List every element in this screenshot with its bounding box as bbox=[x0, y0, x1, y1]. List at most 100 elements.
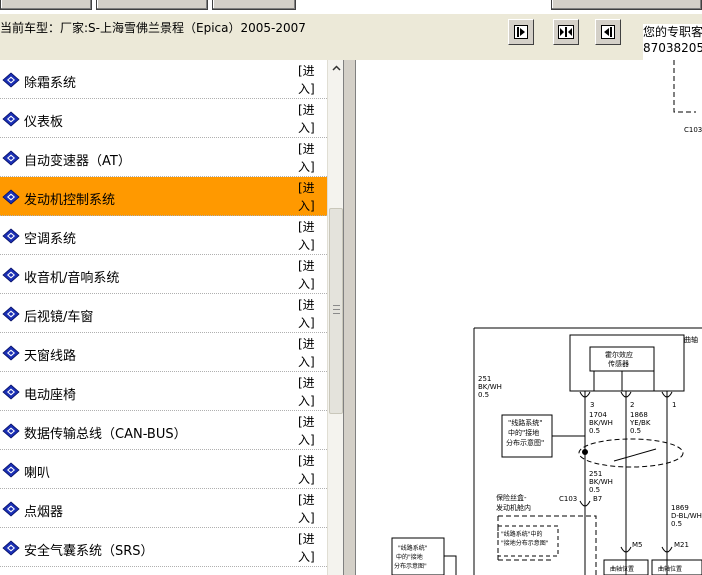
scroll-thumb[interactable] bbox=[329, 208, 343, 414]
m5-label: M5 bbox=[632, 541, 643, 549]
menu-item-label: 自动变速器（AT） bbox=[24, 154, 131, 169]
toolbar-button-3[interactable] bbox=[212, 0, 296, 10]
wire-251b-gauge: 0.5 bbox=[589, 486, 600, 494]
menu-item-label: 收音机/音响系统 bbox=[24, 271, 120, 286]
wire-1868-gauge: 0.5 bbox=[630, 427, 641, 435]
wire-251b-label: 251 bbox=[589, 470, 602, 478]
enter-link[interactable]: [进入] bbox=[298, 257, 320, 293]
book-icon bbox=[2, 345, 20, 361]
lower-note-line2: 中的"接地 bbox=[396, 553, 423, 561]
support-notice-line2: 87038205 bbox=[643, 41, 702, 55]
toolbar-button-4[interactable] bbox=[551, 0, 702, 10]
ground-note-line1: "线路系统" bbox=[508, 418, 542, 427]
nav-split-button[interactable] bbox=[553, 19, 579, 45]
enter-link[interactable]: [进入] bbox=[298, 413, 320, 449]
pin-3-label: 3 bbox=[590, 401, 594, 409]
menu-item[interactable]: 仪表板 [进入] bbox=[0, 99, 327, 138]
wire-251-label: 251 bbox=[478, 375, 491, 383]
book-icon bbox=[2, 423, 20, 439]
pin-1-label: 1 bbox=[672, 401, 676, 409]
hall-sensor-label-1: 霍尔效应 bbox=[605, 350, 633, 359]
menu-item[interactable]: 电动座椅 [进入] bbox=[0, 372, 327, 411]
menu-item[interactable]: 除霜系统 [进入] bbox=[0, 60, 327, 99]
menu-item-label: 电动座椅 bbox=[24, 388, 77, 403]
menu-item-label: 空调系统 bbox=[24, 232, 77, 247]
enter-link[interactable]: [进入] bbox=[298, 101, 320, 137]
split-arrows-icon bbox=[558, 25, 574, 39]
book-icon bbox=[2, 501, 20, 517]
wire-1868-color: YE/BK bbox=[629, 419, 651, 427]
menu-item[interactable]: 天窗线路 [进入] bbox=[0, 333, 327, 372]
c103-label: C103 bbox=[559, 495, 577, 503]
pane-splitter[interactable] bbox=[343, 60, 356, 575]
wiring-diagram: C103 曲轴 霍尔效应 传感器 251 BK/WH 0.5 3 2 1 170… bbox=[356, 60, 702, 575]
menu-item[interactable]: 点烟器 [进入] bbox=[0, 489, 327, 528]
arrow-left-icon bbox=[601, 25, 615, 39]
menu-item[interactable]: 后视镜/车窗 [进入] bbox=[0, 294, 327, 333]
enter-link[interactable]: [进入] bbox=[298, 218, 320, 254]
hall-sensor-label-2: 传感器 bbox=[608, 359, 629, 368]
menu-item-label: 数据传输总线（CAN-BUS） bbox=[24, 427, 187, 442]
enter-link[interactable]: [进入] bbox=[298, 140, 320, 176]
menu-item-label: 天窗线路 bbox=[24, 349, 77, 364]
enter-link[interactable]: [进入] bbox=[298, 452, 320, 488]
enter-link[interactable]: [进入] bbox=[298, 491, 320, 527]
enter-link[interactable]: [进入] bbox=[298, 62, 320, 98]
enter-link[interactable]: [进入] bbox=[298, 179, 320, 215]
current-vehicle-label: 当前车型：厂家:S-上海雪佛兰景程（Epica）2005-2007 bbox=[0, 21, 306, 35]
menu-item[interactable]: 空调系统 [进入] bbox=[0, 216, 327, 255]
enter-link[interactable]: [进入] bbox=[298, 374, 320, 410]
menu-item[interactable]: 收音机/音响系统 [进入] bbox=[0, 255, 327, 294]
book-icon bbox=[2, 111, 20, 127]
grip-icon bbox=[333, 305, 340, 314]
top-dashed-outline bbox=[673, 60, 696, 113]
menu-item-label: 后视镜/车窗 bbox=[24, 310, 94, 325]
inner-note-line1: "线路系统"中的 bbox=[501, 530, 543, 538]
wire-251-color: BK/WH bbox=[478, 383, 502, 391]
enter-link[interactable]: [进入] bbox=[298, 296, 320, 332]
support-notice: 您的专职客 87038205 bbox=[643, 24, 702, 60]
menu-item[interactable]: 自动变速器（AT） [进入] bbox=[0, 138, 327, 177]
wiring-diagram-canvas: C103 曲轴 霍尔效应 传感器 251 BK/WH 0.5 3 2 1 170… bbox=[391, 60, 702, 575]
wire-1868-label: 1868 bbox=[630, 411, 648, 419]
lower-note-line3: 分布示意图" bbox=[394, 562, 427, 570]
book-icon bbox=[2, 228, 20, 244]
wire-1704-gauge: 0.5 bbox=[589, 427, 600, 435]
menu-item-label: 仪表板 bbox=[24, 115, 64, 130]
crank-position-label-2: 曲轴位置 bbox=[658, 565, 682, 573]
m21-label: M21 bbox=[674, 541, 689, 549]
book-icon bbox=[2, 384, 20, 400]
menu-item-label: 安全气囊系统（SRS） bbox=[24, 544, 154, 559]
toolbar-button-2[interactable] bbox=[96, 0, 208, 10]
menu-item-label: 喇叭 bbox=[24, 466, 51, 481]
book-icon bbox=[2, 150, 20, 166]
enter-link[interactable]: [进入] bbox=[298, 530, 320, 566]
wire-251b-color: BK/WH bbox=[589, 478, 613, 486]
crank-position-label-1: 曲轴位置 bbox=[610, 565, 634, 573]
book-icon bbox=[2, 462, 20, 478]
chevron-up-icon bbox=[331, 65, 341, 71]
book-icon bbox=[2, 189, 20, 205]
c-top-label: C103 bbox=[684, 126, 702, 134]
inner-note-line2: "接地分布示意图" bbox=[501, 539, 549, 547]
nav-right-button[interactable] bbox=[508, 19, 534, 45]
wire-1869-color: D-BL/WH bbox=[671, 512, 702, 520]
scroll-up-button[interactable] bbox=[328, 60, 344, 76]
menu-item[interactable]: 发动机控制系统 [进入] bbox=[0, 177, 327, 216]
menu-item-label: 点烟器 bbox=[24, 505, 64, 520]
toolbar-button-1[interactable] bbox=[0, 0, 92, 10]
menu-item-label: 除霜系统 bbox=[24, 76, 77, 91]
book-icon bbox=[2, 267, 20, 283]
menu-scrollbar[interactable] bbox=[327, 60, 343, 575]
nav-left-button[interactable] bbox=[595, 19, 621, 45]
lower-note-line1: "线路系统" bbox=[398, 544, 428, 552]
book-icon bbox=[2, 540, 20, 556]
wire-1704-label: 1704 bbox=[589, 411, 607, 419]
fuse-box-label-1: 保险丝盒- bbox=[496, 493, 527, 502]
enter-link[interactable]: [进入] bbox=[298, 335, 320, 371]
menu-item[interactable]: 数据传输总线（CAN-BUS） [进入] bbox=[0, 411, 327, 450]
menu-item[interactable]: 喇叭 [进入] bbox=[0, 450, 327, 489]
wire-1869-label: 1869 bbox=[671, 504, 689, 512]
menu-item[interactable]: 安全气囊系统（SRS） [进入] bbox=[0, 528, 327, 567]
book-icon bbox=[2, 306, 20, 322]
